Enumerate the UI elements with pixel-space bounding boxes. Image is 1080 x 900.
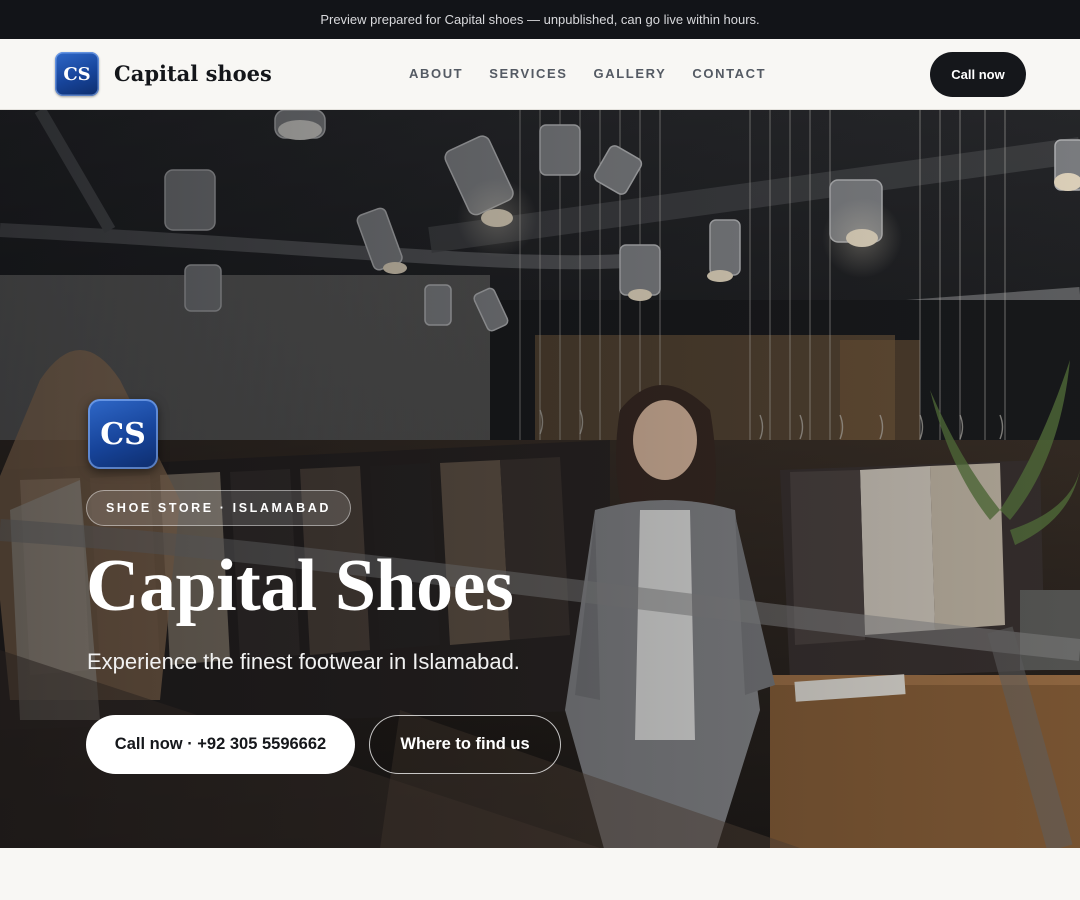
nav-link-services[interactable]: SERVICES bbox=[489, 66, 567, 81]
preview-banner-text: Preview prepared for Capital shoes — unp… bbox=[320, 12, 760, 27]
nav-link-contact[interactable]: CONTACT bbox=[692, 66, 766, 81]
hero-subtitle: Experience the finest footwear in Islama… bbox=[87, 649, 520, 674]
next-section bbox=[0, 848, 1080, 900]
nav-link-gallery[interactable]: GALLERY bbox=[594, 66, 667, 81]
hero-logo: CS bbox=[88, 399, 158, 469]
hero-section: CS SHOE STORE · ISLAMABAD Capital Shoes … bbox=[0, 110, 1080, 848]
hero-call-button[interactable]: Call now · +92 305 5596662 bbox=[86, 715, 355, 774]
hero-title: Capital Shoes bbox=[86, 545, 514, 627]
hero-location-button[interactable]: Where to find us bbox=[369, 715, 561, 774]
nav-link-about[interactable]: ABOUT bbox=[409, 66, 463, 81]
brand-name[interactable]: Capital shoes bbox=[114, 61, 272, 86]
hero-logo-text: CS bbox=[100, 416, 146, 452]
brand-logo-text: CS bbox=[63, 63, 91, 85]
preview-banner: Preview prepared for Capital shoes — unp… bbox=[0, 0, 1080, 39]
main-nav: ABOUT SERVICES GALLERY CONTACT bbox=[409, 66, 766, 81]
hero-category-badge: SHOE STORE · ISLAMABAD bbox=[86, 490, 352, 526]
brand-logo[interactable]: CS bbox=[55, 52, 99, 96]
site-header: CS Capital shoes ABOUT SERVICES GALLERY … bbox=[0, 39, 1080, 110]
call-now-button[interactable]: Call now bbox=[930, 52, 1026, 97]
